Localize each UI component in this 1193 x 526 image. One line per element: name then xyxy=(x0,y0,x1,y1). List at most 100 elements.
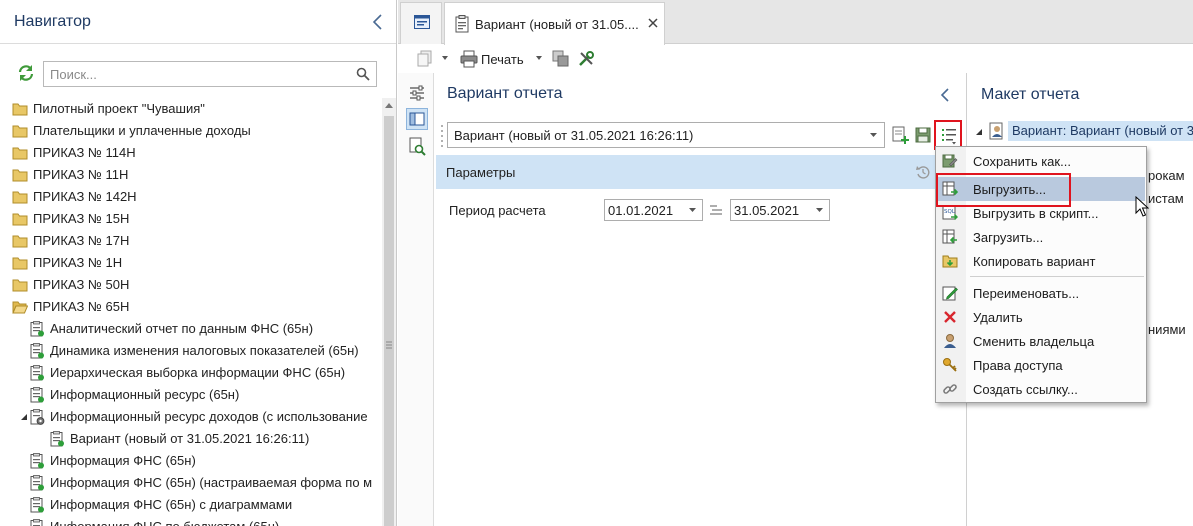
export-sql-icon: SQL xyxy=(942,205,958,221)
new-variant-button[interactable] xyxy=(891,125,909,145)
tab-variant-label: Вариант (новый от 31.05.... xyxy=(475,17,639,32)
search-input[interactable] xyxy=(44,62,344,86)
splitter-grip-icon[interactable] xyxy=(385,340,393,350)
tree-item-label: Аналитический отчет по данным ФНС (65н) xyxy=(50,321,314,336)
menu-item-rename[interactable]: Переименовать... xyxy=(937,281,1145,305)
tree-item[interactable]: Информационный ресурс доходов (с использ… xyxy=(0,406,381,428)
tree-item[interactable]: ПРИКАЗ № 65Н xyxy=(0,296,381,318)
preview-icon[interactable] xyxy=(406,135,428,157)
chevron-down-icon[interactable] xyxy=(688,207,697,213)
folder-icon xyxy=(12,167,28,183)
search-icon[interactable] xyxy=(356,67,370,81)
window-icon xyxy=(414,15,430,29)
date-from-value: 01.01.2021 xyxy=(608,203,674,218)
tree-item-label: ПРИКАЗ № 17Н xyxy=(33,233,130,248)
chevron-down-icon[interactable] xyxy=(441,55,449,61)
layout-tree-item[interactable]: истам xyxy=(1148,191,1184,206)
folder-icon xyxy=(12,101,28,117)
svg-text:SQL: SQL xyxy=(944,209,956,215)
folder-open-icon xyxy=(12,299,28,315)
menu-item-label: Удалить xyxy=(973,310,1023,325)
report-icon xyxy=(29,519,45,526)
tree-scrollbar-thumb[interactable] xyxy=(384,116,394,526)
tree-item[interactable]: Информация ФНС (65н) (настраиваемая форм… xyxy=(0,472,381,494)
tree-expander-icon[interactable] xyxy=(20,413,28,421)
print-button-label[interactable]: Печать xyxy=(481,52,524,67)
tree-item[interactable]: ПРИКАЗ № 114Н xyxy=(0,142,381,164)
panel-layout-icon[interactable] xyxy=(406,108,428,130)
tree-item[interactable]: ПРИКАЗ № 142Н xyxy=(0,186,381,208)
settings-sliders-icon[interactable] xyxy=(406,82,428,104)
tree-item-label: ПРИКАЗ № 11Н xyxy=(33,167,129,182)
tree-item[interactable]: Аналитический отчет по данным ФНС (65н) xyxy=(0,318,381,340)
menu-item-copy-variant[interactable]: Копировать вариант xyxy=(937,249,1145,273)
chevron-down-icon[interactable] xyxy=(535,55,543,61)
mouse-cursor-icon xyxy=(1135,196,1149,218)
reset-icon[interactable] xyxy=(915,164,931,180)
save-as-icon xyxy=(942,153,958,169)
rename-icon xyxy=(942,285,958,301)
tree-item[interactable]: ПРИКАЗ № 17Н xyxy=(0,230,381,252)
menu-item-delete[interactable]: Удалить xyxy=(937,305,1145,329)
menu-item-label: Права доступа xyxy=(973,358,1063,373)
key-icon xyxy=(942,357,958,373)
report-icon xyxy=(29,453,45,469)
tree-item[interactable]: Плательщики и уплаченные доходы xyxy=(0,120,381,142)
range-separator-icon xyxy=(709,204,723,216)
layout-tree-item[interactable]: рокам xyxy=(1148,168,1185,183)
report-icon xyxy=(49,431,65,447)
save-button[interactable] xyxy=(914,125,932,145)
tree-item[interactable]: Информация ФНС (65н) с диаграммами xyxy=(0,494,381,516)
menu-item-label: Загрузить... xyxy=(973,230,1044,245)
menu-item-label: Выгрузить в скрипт... xyxy=(973,206,1099,221)
refresh-icon[interactable] xyxy=(17,64,35,82)
collapse-left-icon[interactable] xyxy=(938,87,952,103)
menu-item-label: Переименовать... xyxy=(973,286,1080,301)
collapse-left-icon[interactable] xyxy=(370,13,386,31)
copy-windows-icon[interactable] xyxy=(552,50,570,68)
close-icon[interactable] xyxy=(647,17,659,29)
params-header[interactable]: Параметры xyxy=(436,155,946,189)
chevron-down-icon[interactable] xyxy=(815,207,824,213)
menu-item-label: Сохранить как... xyxy=(973,154,1071,169)
printer-icon[interactable] xyxy=(460,50,478,68)
tree-item[interactable]: ПРИКАЗ № 1Н xyxy=(0,252,381,274)
tab-home[interactable] xyxy=(400,2,442,44)
tree-item[interactable]: Динамика изменения налоговых показателей… xyxy=(0,340,381,362)
document-stack-icon[interactable] xyxy=(416,50,434,68)
owner-icon xyxy=(942,333,958,349)
menu-item-create-link[interactable]: Создать ссылку... xyxy=(937,377,1145,401)
tree-item[interactable]: ПРИКАЗ № 15Н xyxy=(0,208,381,230)
tree-item[interactable]: Пилотный проект "Чувашия" xyxy=(0,98,381,120)
tree-item[interactable]: ПРИКАЗ № 11Н xyxy=(0,164,381,186)
tree-item[interactable]: Информация ФНС (65н) xyxy=(0,450,381,472)
chevron-down-icon[interactable] xyxy=(869,132,878,138)
tree-item[interactable]: Информационный ресурс (65н) xyxy=(0,384,381,406)
menu-item-label: Копировать вариант xyxy=(973,254,1096,269)
report-variant-icon xyxy=(455,15,469,33)
tree-item-label: ПРИКАЗ № 142Н xyxy=(33,189,137,204)
tree-item[interactable]: Информация ФНС по бюджетам (65н) xyxy=(0,516,381,526)
tree-item-label: Информация ФНС по бюджетам (65н) xyxy=(50,516,279,526)
scroll-up-icon[interactable] xyxy=(384,100,394,112)
variant-select[interactable]: Вариант (новый от 31.05.2021 16:26:11) xyxy=(447,122,885,148)
params-title: Параметры xyxy=(446,165,516,180)
layout-tree-root[interactable]: Вариант: Вариант (новый от 3 xyxy=(1008,121,1193,141)
layout-tree-item[interactable]: ниями xyxy=(1148,322,1186,337)
tools-icon[interactable] xyxy=(577,50,595,68)
menu-item-access-rights[interactable]: Права доступа xyxy=(937,353,1145,377)
navigator-tree: Пилотный проект "Чувашия" Плательщики и у… xyxy=(0,98,381,526)
drag-grip-icon[interactable] xyxy=(440,123,444,147)
menu-item-change-owner[interactable]: Сменить владельца xyxy=(937,329,1145,353)
period-label: Период расчета xyxy=(449,203,546,218)
tree-item[interactable]: Иерархическая выборка информации ФНС (65… xyxy=(0,362,381,384)
menu-item-import[interactable]: Загрузить... xyxy=(937,225,1145,249)
tree-item[interactable]: Вариант (новый от 31.05.2021 16:26:11) xyxy=(0,428,381,450)
date-from-field[interactable]: 01.01.2021 xyxy=(604,199,703,221)
menu-item-save-as[interactable]: Сохранить как... xyxy=(937,149,1145,173)
tree-expander-icon[interactable] xyxy=(975,128,983,136)
tree-item[interactable]: ПРИКАЗ № 50Н xyxy=(0,274,381,296)
tab-variant[interactable]: Вариант (новый от 31.05.... xyxy=(444,2,665,45)
report-icon xyxy=(29,321,45,337)
date-to-field[interactable]: 31.05.2021 xyxy=(730,199,830,221)
